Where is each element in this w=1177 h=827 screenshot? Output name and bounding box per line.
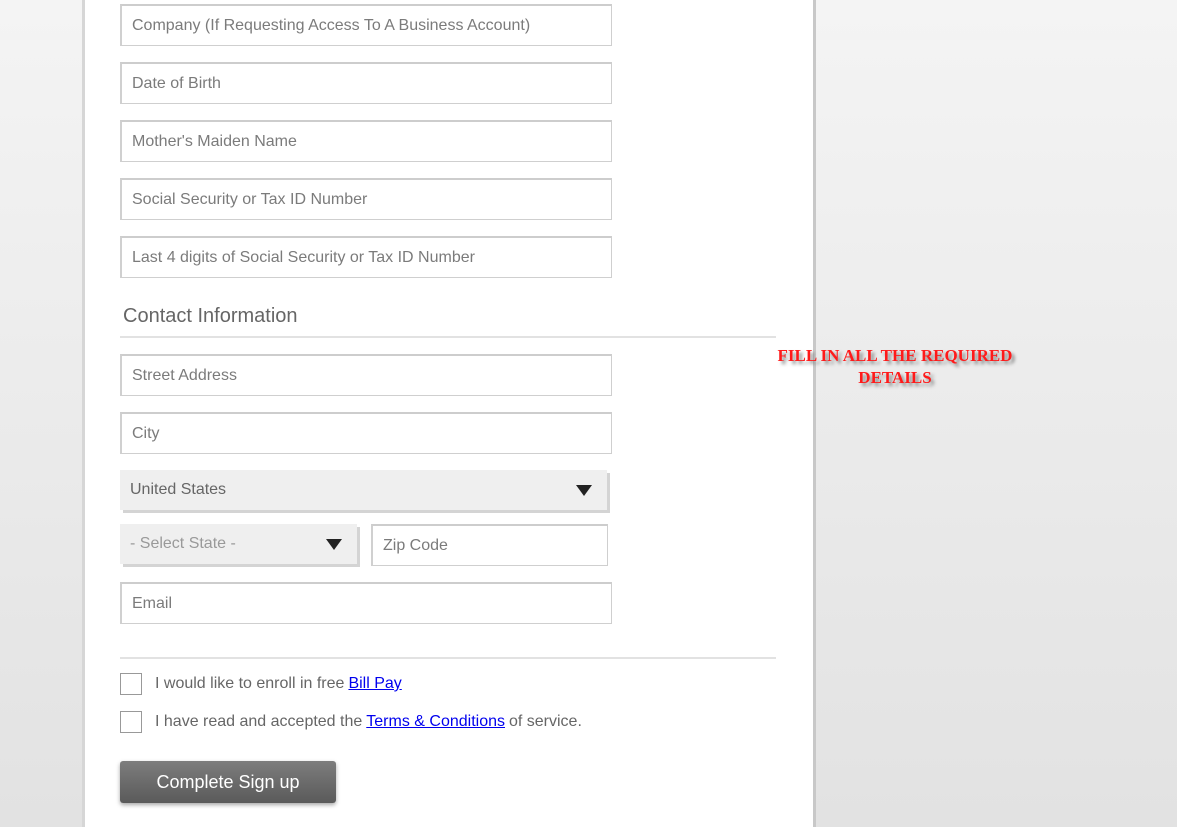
terms-link[interactable]: Terms & Conditions xyxy=(366,713,505,731)
country-select[interactable]: United States xyxy=(120,470,607,510)
complete-signup-button[interactable]: Complete Sign up xyxy=(120,761,336,803)
contact-information-heading: Contact Information xyxy=(123,305,298,327)
annotation-line-2: DETAILS xyxy=(858,368,932,387)
bill-pay-link[interactable]: Bill Pay xyxy=(348,675,401,693)
chevron-down-icon xyxy=(576,484,592,496)
date-of-birth-field[interactable] xyxy=(120,62,612,104)
required-details-annotation: FILL IN ALL THE REQUIRED DETAILS xyxy=(760,345,1030,389)
mothers-maiden-name-field[interactable] xyxy=(120,120,612,162)
country-select-value: United States xyxy=(130,481,227,498)
ssn-last4-field[interactable] xyxy=(120,236,612,278)
bill-pay-row: I would like to enroll in free Bill Pay xyxy=(120,673,402,695)
terms-label: I have read and accepted the xyxy=(155,713,363,730)
terms-label-suffix: of service. xyxy=(508,713,582,730)
zip-code-field[interactable] xyxy=(371,524,608,566)
bill-pay-checkbox[interactable] xyxy=(120,673,142,695)
terms-row: I have read and accepted the Terms & Con… xyxy=(120,711,582,733)
chevron-down-icon xyxy=(326,538,342,550)
section-divider xyxy=(120,336,776,338)
state-select[interactable]: - Select State - xyxy=(120,524,357,564)
street-address-field[interactable] xyxy=(120,354,612,396)
state-select-value: - Select State - xyxy=(130,535,236,552)
checkbox-divider xyxy=(120,657,776,659)
city-field[interactable] xyxy=(120,412,612,454)
ssn-field[interactable] xyxy=(120,178,612,220)
email-field[interactable] xyxy=(120,582,612,624)
annotation-line-1: FILL IN ALL THE REQUIRED xyxy=(777,346,1013,365)
company-field[interactable] xyxy=(120,4,612,46)
terms-checkbox[interactable] xyxy=(120,711,142,733)
bill-pay-label: I would like to enroll in free xyxy=(155,675,345,692)
